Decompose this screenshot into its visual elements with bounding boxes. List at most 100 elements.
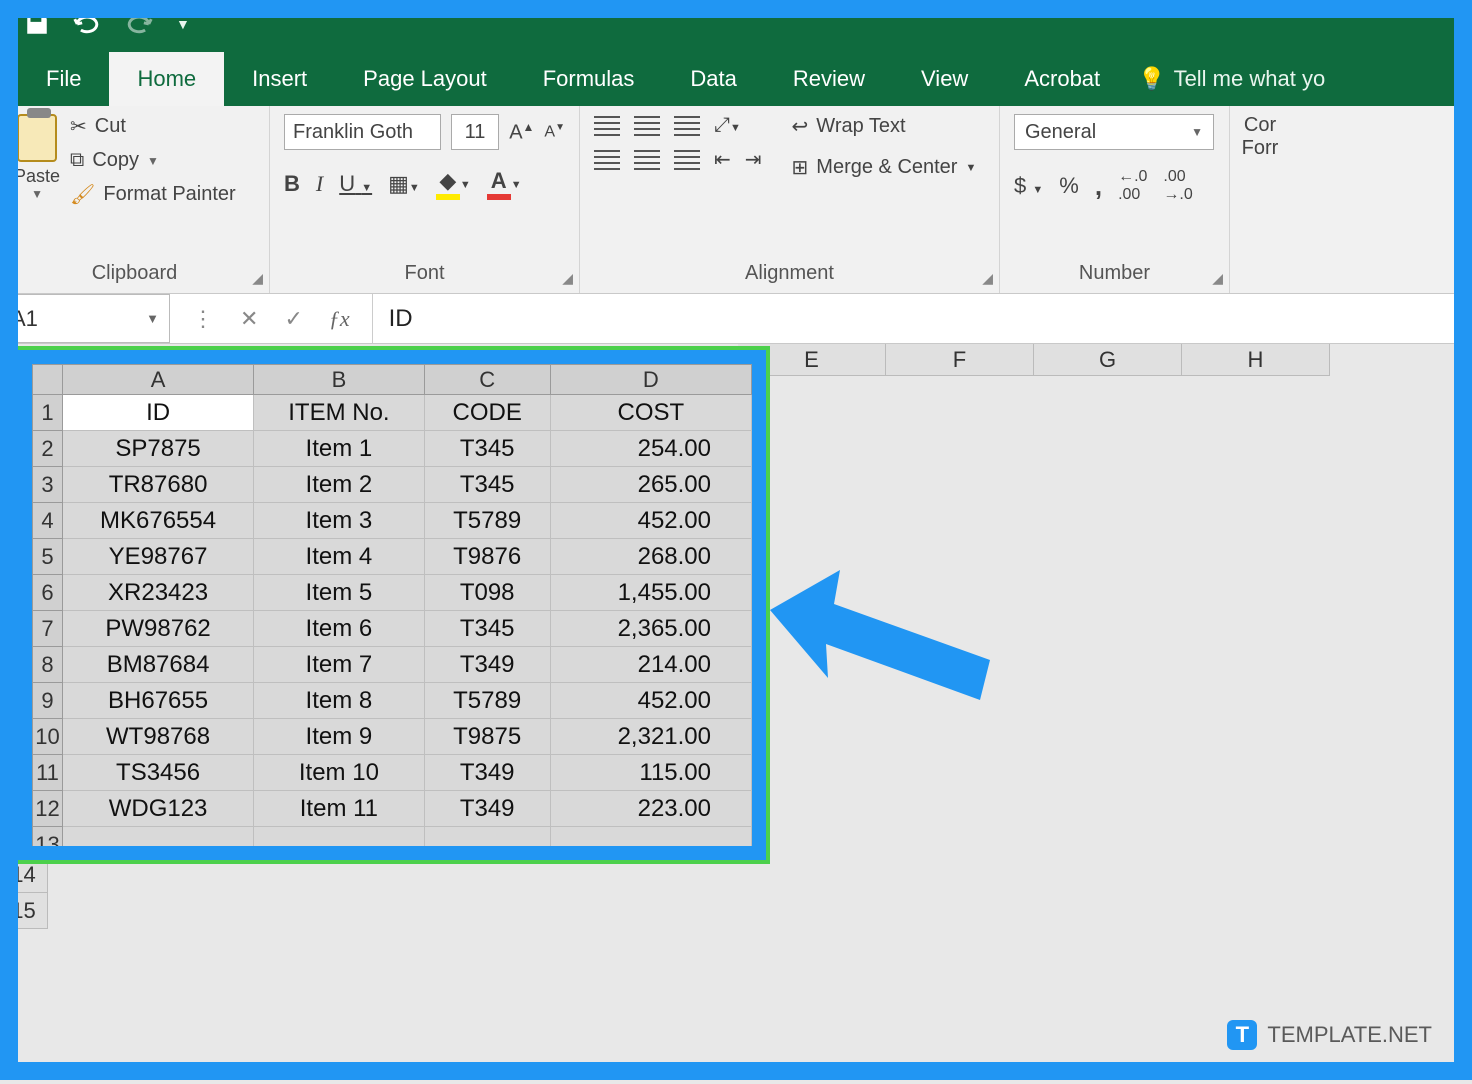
cell[interactable]: 2,365.00 (550, 611, 751, 647)
cell[interactable]: T5789 (424, 683, 550, 719)
align-bottom-icon[interactable] (674, 116, 700, 136)
cell[interactable]: WDG123 (63, 791, 254, 827)
row-header-5[interactable]: 5 (33, 539, 63, 575)
tab-insert[interactable]: Insert (224, 52, 335, 106)
enter-icon[interactable]: ✓ (284, 306, 302, 332)
cell[interactable]: 265.00 (550, 467, 751, 503)
cell[interactable]: Item 10 (254, 755, 425, 791)
copy-button[interactable]: ⧉ Copy ▼ (70, 149, 236, 172)
dialog-launcher-icon[interactable]: ◢ (982, 270, 993, 287)
dialog-launcher-icon[interactable]: ◢ (562, 270, 573, 287)
decrease-indent-icon[interactable]: ⇤ (714, 147, 731, 172)
cell[interactable]: ITEM No. (254, 395, 425, 431)
cell[interactable]: T349 (424, 755, 550, 791)
cell[interactable]: 254.00 (550, 431, 751, 467)
qa-dropdown-icon[interactable]: ▼ (176, 16, 190, 32)
cell[interactable]: T5789 (424, 503, 550, 539)
format-painter-button[interactable]: 🖌 Format Painter (70, 182, 236, 207)
cell[interactable]: 2,321.00 (550, 719, 751, 755)
cell[interactable]: WT98768 (63, 719, 254, 755)
cell[interactable]: BM87684 (63, 647, 254, 683)
tab-review[interactable]: Review (765, 52, 893, 106)
increase-indent-icon[interactable]: ⇥ (745, 147, 762, 172)
row-header-7[interactable]: 7 (33, 611, 63, 647)
cell[interactable]: T349 (424, 791, 550, 827)
italic-button[interactable]: I (316, 171, 323, 197)
save-icon[interactable] (24, 11, 50, 37)
nav-dots-icon[interactable]: ⋮ (192, 306, 214, 332)
cell[interactable]: T345 (424, 467, 550, 503)
cell[interactable]: Item 7 (254, 647, 425, 683)
tab-file[interactable]: File (18, 52, 109, 106)
row-header-15[interactable]: 15 (0, 893, 48, 929)
tab-view[interactable]: View (893, 52, 996, 106)
cell[interactable]: T9876 (424, 539, 550, 575)
cell[interactable]: 268.00 (550, 539, 751, 575)
dialog-launcher-icon[interactable]: ◢ (252, 270, 263, 287)
row-header-2[interactable]: 2 (33, 431, 63, 467)
wrap-text-button[interactable]: ↩ Wrap Text (792, 114, 977, 139)
font-name-select[interactable]: Franklin Goth (284, 114, 441, 150)
tab-data[interactable]: Data (662, 52, 764, 106)
tab-acrobat[interactable]: Acrobat (996, 52, 1128, 106)
tell-me-search[interactable]: 💡Tell me what yo (1128, 52, 1335, 106)
increase-decimal-button[interactable]: ←.0.00 (1118, 168, 1147, 204)
cell[interactable]: 115.00 (550, 755, 751, 791)
cell[interactable]: Item 3 (254, 503, 425, 539)
formula-input[interactable]: ID (373, 294, 1472, 343)
cell[interactable]: Item 6 (254, 611, 425, 647)
row-header-10[interactable]: 10 (33, 719, 63, 755)
cut-button[interactable]: ✂ Cut (70, 114, 236, 139)
cell[interactable] (63, 827, 254, 861)
orientation-icon[interactable]: ⤢▼ (714, 114, 741, 137)
align-middle-icon[interactable] (634, 116, 660, 136)
cell[interactable]: Item 4 (254, 539, 425, 575)
cell[interactable]: T345 (424, 611, 550, 647)
row-header-11[interactable]: 11 (33, 755, 63, 791)
cell[interactable]: SP7875 (63, 431, 254, 467)
align-center-icon[interactable] (634, 150, 660, 170)
undo-icon[interactable] (72, 13, 102, 35)
currency-button[interactable]: $ ▼ (1014, 173, 1043, 199)
borders-button[interactable]: ▦▼ (388, 171, 420, 197)
font-color-button[interactable]: A ▼ (487, 168, 522, 200)
cell[interactable] (424, 827, 550, 861)
cell[interactable]: CODE (424, 395, 550, 431)
cell[interactable]: T098 (424, 575, 550, 611)
cell[interactable]: XR23423 (63, 575, 254, 611)
cell[interactable]: 223.00 (550, 791, 751, 827)
cell[interactable] (254, 827, 425, 861)
cell[interactable]: 1,455.00 (550, 575, 751, 611)
merge-center-button[interactable]: ⊞ Merge & Center ▼ (792, 155, 977, 180)
tab-formulas[interactable]: Formulas (515, 52, 663, 106)
cell[interactable]: ID (63, 395, 254, 431)
cell[interactable]: 452.00 (550, 503, 751, 539)
cell[interactable]: T345 (424, 431, 550, 467)
cell[interactable]: T349 (424, 647, 550, 683)
column-header-H[interactable]: H (1182, 344, 1330, 376)
tab-home[interactable]: Home (109, 52, 224, 106)
cell[interactable]: TR87680 (63, 467, 254, 503)
bold-button[interactable]: B (284, 171, 300, 197)
row-header-8[interactable]: 8 (33, 647, 63, 683)
row-header-6[interactable]: 6 (33, 575, 63, 611)
column-header-C[interactable]: C (424, 365, 550, 395)
dialog-launcher-icon[interactable]: ◢ (1212, 270, 1223, 287)
cell[interactable]: BH67655 (63, 683, 254, 719)
cell[interactable]: Item 1 (254, 431, 425, 467)
row-header-4[interactable]: 4 (33, 503, 63, 539)
cell[interactable]: PW98762 (63, 611, 254, 647)
row-header-12[interactable]: 12 (33, 791, 63, 827)
select-all-corner[interactable] (33, 365, 63, 395)
cell[interactable]: TS3456 (63, 755, 254, 791)
column-header-D[interactable]: D (550, 365, 751, 395)
cell[interactable]: 452.00 (550, 683, 751, 719)
align-right-icon[interactable] (674, 150, 700, 170)
cell[interactable]: MK676554 (63, 503, 254, 539)
shrink-font-icon[interactable]: A▼ (544, 122, 565, 141)
name-box[interactable]: A1 ▼ (0, 294, 170, 343)
cell[interactable]: Item 9 (254, 719, 425, 755)
column-header-F[interactable]: F (886, 344, 1034, 376)
cell[interactable]: COST (550, 395, 751, 431)
row-header-1[interactable]: 1 (33, 395, 63, 431)
